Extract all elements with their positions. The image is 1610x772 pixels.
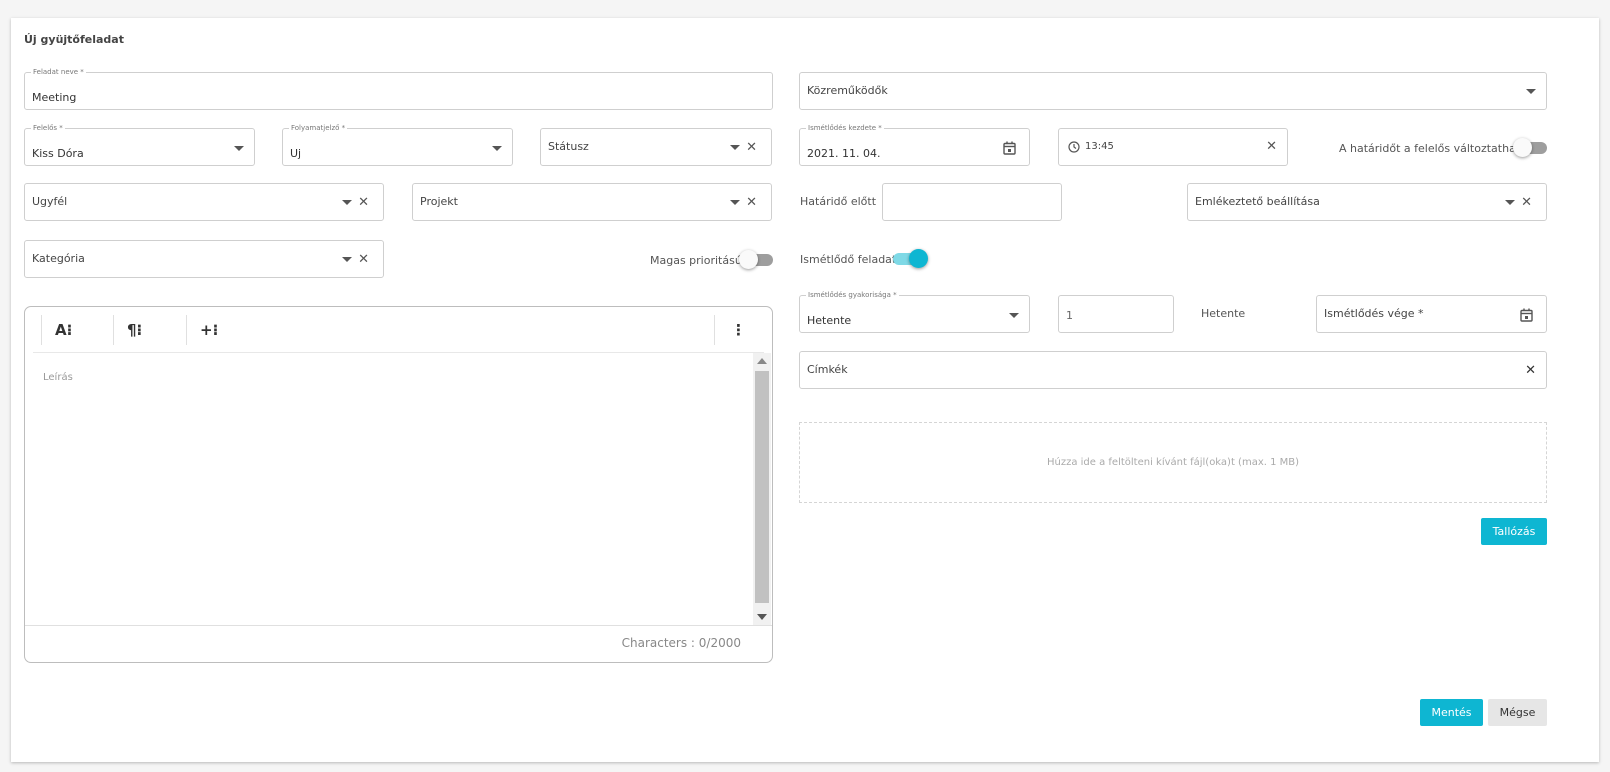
clear-icon[interactable]: ✕: [746, 196, 757, 209]
insert-icon[interactable]: +⁝: [200, 321, 218, 339]
task-name-label: Feladat neve *: [31, 67, 86, 77]
form-title: Új gyüjtőfeladat: [24, 33, 124, 46]
status-placeholder: Státusz: [548, 140, 589, 153]
character-count: Characters : 0/2000: [621, 636, 741, 650]
chevron-down-icon: [342, 200, 352, 205]
time-field[interactable]: 13:45 ✕: [1058, 128, 1288, 166]
tags-input[interactable]: Címkék ✕: [799, 351, 1547, 389]
editor-content-area[interactable]: Leírás: [25, 353, 752, 625]
category-select[interactable]: Kategória ✕: [24, 240, 384, 278]
deadline-changeable-label: A határidőt a felelős változtathatja: [1339, 142, 1530, 155]
before-deadline-input[interactable]: [882, 183, 1062, 221]
task-name-value: Meeting: [32, 91, 77, 104]
font-format-icon[interactable]: A⁝: [55, 321, 72, 339]
progress-value: Uj: [290, 147, 302, 160]
reminder-select[interactable]: Emlékeztető beállítása ✕: [1187, 183, 1547, 221]
chevron-down-icon: [492, 146, 502, 151]
more-options-icon[interactable]: ⋮: [731, 321, 746, 339]
high-priority-toggle[interactable]: [739, 250, 773, 269]
calendar-icon[interactable]: [1520, 308, 1533, 322]
clear-icon[interactable]: ✕: [358, 196, 369, 209]
chevron-down-icon: [234, 146, 244, 151]
repeat-end-date[interactable]: Ismétlődés vége *: [1316, 295, 1547, 333]
clock-icon: [1068, 141, 1080, 153]
chevron-down-icon: [1505, 200, 1515, 205]
status-select[interactable]: Státusz ✕: [540, 128, 772, 166]
description-editor: A⁝ ¶⁝ +⁝ ⋮ Leírás Characters : 0/2000: [24, 306, 773, 663]
paragraph-format-icon[interactable]: ¶⁝: [127, 321, 142, 339]
before-deadline-label: Határidő előtt: [800, 195, 877, 208]
repeat-end-placeholder: Ismétlődés vége *: [1324, 307, 1424, 320]
task-name-field[interactable]: Feladat neve * Meeting: [24, 67, 773, 110]
project-placeholder: Projekt: [420, 195, 458, 208]
save-button[interactable]: Mentés: [1420, 699, 1483, 726]
file-drop-zone[interactable]: Húzza ide a feltölteni kívánt fájl(oka)t…: [799, 422, 1547, 503]
cancel-button[interactable]: Mégse: [1488, 699, 1547, 726]
scroll-thumb[interactable]: [755, 371, 769, 603]
repeat-start-value: 2021. 11. 04.: [807, 147, 881, 160]
clear-icon[interactable]: ✕: [746, 141, 757, 154]
interval-unit: Hetente: [1201, 307, 1246, 320]
contributors-select[interactable]: Közreműködők: [799, 72, 1547, 110]
interval-input[interactable]: 1: [1058, 295, 1174, 333]
frequency-value: Hetente: [807, 314, 852, 327]
progress-label: Folyamatjelző *: [289, 123, 348, 133]
project-select[interactable]: Projekt ✕: [412, 183, 772, 221]
clear-icon[interactable]: ✕: [1266, 140, 1277, 153]
clear-icon[interactable]: ✕: [358, 253, 369, 266]
responsible-label: Felelős *: [31, 123, 65, 133]
scroll-up-icon[interactable]: [757, 358, 767, 364]
frequency-label: Ismétlődés gyakorisága *: [806, 290, 899, 300]
chevron-down-icon: [730, 145, 740, 150]
chevron-down-icon: [1009, 313, 1019, 318]
contributors-placeholder: Közreműködők: [807, 84, 888, 97]
client-placeholder: Ugyfél: [32, 195, 68, 208]
chevron-down-icon: [1526, 89, 1536, 94]
scroll-down-icon[interactable]: [757, 614, 767, 620]
clear-icon[interactable]: ✕: [1525, 364, 1536, 377]
clear-icon[interactable]: ✕: [1521, 196, 1532, 209]
progress-select[interactable]: Folyamatjelző * Uj: [282, 123, 513, 166]
repeat-start-label: Ismétlődés kezdete *: [806, 123, 884, 133]
editor-scrollbar[interactable]: [753, 353, 771, 625]
chevron-down-icon: [730, 200, 740, 205]
client-select[interactable]: Ugyfél ✕: [24, 183, 384, 221]
drop-zone-text: Húzza ide a feltölteni kívánt fájl(oka)t…: [1046, 457, 1300, 468]
tags-placeholder: Címkék: [807, 363, 848, 376]
time-value: 13:45: [1085, 141, 1114, 152]
frequency-select[interactable]: Ismétlődés gyakorisága * Hetente: [799, 290, 1030, 333]
editor-placeholder: Leírás: [43, 372, 73, 383]
task-form-card: Új gyüjtőfeladat Feladat neve * Meeting …: [11, 18, 1599, 762]
repeat-start-date[interactable]: Ismétlődés kezdete * 2021. 11. 04.: [799, 123, 1030, 166]
browse-button[interactable]: Tallózás: [1481, 518, 1547, 545]
category-placeholder: Kategória: [32, 252, 85, 265]
chevron-down-icon: [342, 257, 352, 262]
responsible-value: Kiss Dóra: [32, 147, 84, 160]
recurring-label: Ismétlődő feladat: [800, 253, 897, 266]
calendar-icon[interactable]: [1003, 141, 1016, 155]
reminder-placeholder: Emlékeztető beállítása: [1195, 195, 1320, 208]
high-priority-label: Magas prioritású: [650, 254, 742, 267]
recurring-toggle[interactable]: [893, 249, 928, 268]
responsible-select[interactable]: Felelős * Kiss Dóra: [24, 123, 255, 166]
interval-value: 1: [1066, 309, 1073, 322]
deadline-changeable-toggle[interactable]: [1513, 138, 1547, 157]
